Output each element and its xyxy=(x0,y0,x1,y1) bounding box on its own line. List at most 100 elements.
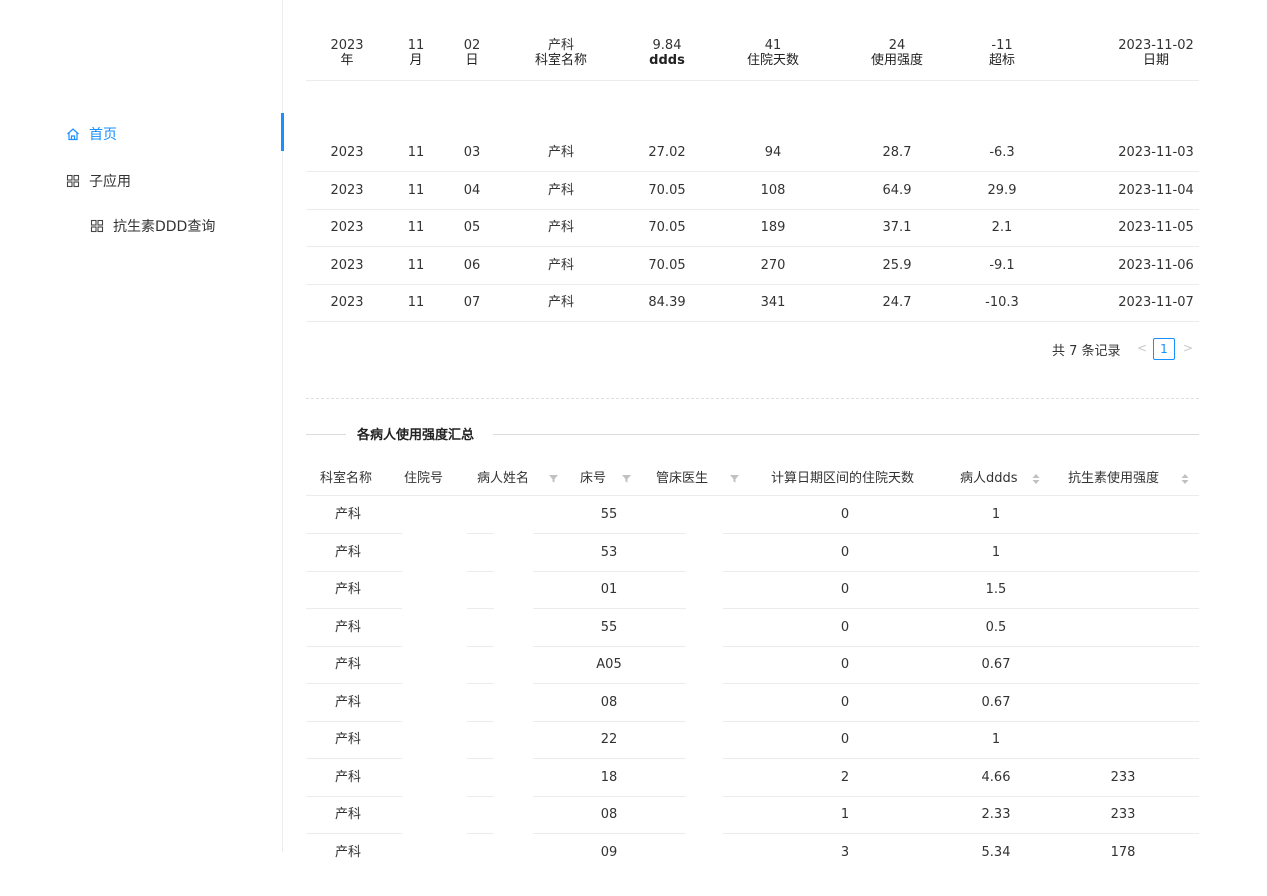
table-overlap-row: 2023年11月02日产科科室名称9.84ddds41住院天数24使用强度-11… xyxy=(306,44,1199,81)
cell-date: 2023-11-07 xyxy=(1096,284,1216,321)
cell-doctor xyxy=(633,684,753,721)
cell-patient-name xyxy=(445,684,565,721)
cell-intensity: 28.7 xyxy=(837,134,957,171)
nav-item-sub-apps[interactable]: 子应用 xyxy=(66,171,131,191)
table-row[interactable]: 产科0101.5 xyxy=(306,571,1199,608)
sort-icon[interactable] xyxy=(1181,474,1189,484)
cell-intensity: 37.1 xyxy=(837,209,957,246)
table-row[interactable]: 产科0812.33233 xyxy=(306,796,1199,833)
cell-patient-name xyxy=(445,796,565,833)
cell-dept: 产科 xyxy=(501,134,621,171)
table-row[interactable]: 产科5501 xyxy=(306,496,1199,533)
table-row[interactable]: 20231103产科27.029428.7-6.32023-11-03 xyxy=(306,134,1199,172)
cell-dept: 产科 xyxy=(501,209,621,246)
filter-icon[interactable] xyxy=(730,474,739,483)
home-icon xyxy=(66,127,80,141)
cell-antibiotic-intensity xyxy=(1063,646,1183,683)
cell-intensity: 24.7 xyxy=(837,284,957,321)
cell-patient-name xyxy=(445,834,565,871)
table-row[interactable]: 产科A0500.67 xyxy=(306,646,1199,683)
cell-patient-ddds: 2.33 xyxy=(936,796,1056,833)
cell-doctor xyxy=(633,759,753,796)
column-header-patient-name: 病人姓名 xyxy=(477,462,529,495)
column-header-bed-no: 床号 xyxy=(580,462,606,495)
cell-stay-days: 0 xyxy=(785,534,905,571)
column-header-inpatient-no: 住院号 xyxy=(404,462,443,495)
table-row[interactable]: 产科5500.5 xyxy=(306,609,1199,646)
nav-item-home[interactable]: 首页 xyxy=(66,124,117,144)
cell-stay-days: 0 xyxy=(785,609,905,646)
cell-date: 2023-11-06 xyxy=(1096,247,1216,284)
cell-doctor xyxy=(633,571,753,608)
table-row[interactable]: 产科5301 xyxy=(306,534,1199,571)
sidebar: 首页 子应用 抗生素DDD查询 xyxy=(0,0,284,852)
table-header: 科室名称 住院号 病人姓名 床号 管床医生 计算日期区间的住院天数 病人ddds… xyxy=(306,462,1199,496)
cell-ddds: 70.05 xyxy=(607,172,727,209)
section-divider xyxy=(306,398,1199,399)
table-row[interactable]: 20231105产科70.0518937.12.12023-11-05 xyxy=(306,209,1199,247)
column-header-doctor: 管床医生 xyxy=(656,462,708,495)
cell-stay-days: 189 xyxy=(713,209,833,246)
cell-patient-name xyxy=(445,534,565,571)
nav-item-home-label: 首页 xyxy=(89,124,117,144)
cell-patient-ddds: 1 xyxy=(936,534,1056,571)
cell-date: 2023-11-03 xyxy=(1096,134,1216,171)
cell-date: 2023-11-04 xyxy=(1096,172,1216,209)
title-line-left xyxy=(306,434,346,435)
cell-patient-ddds: 0.67 xyxy=(936,684,1056,721)
cell-dept: 产科 xyxy=(501,284,621,321)
cell-antibiotic-intensity: 233 xyxy=(1063,796,1183,833)
cell-antibiotic-intensity: 178 xyxy=(1063,834,1183,871)
cell-dept: 产科 xyxy=(501,247,621,284)
cell-stay-days: 1 xyxy=(785,796,905,833)
table-row[interactable]: 20231106产科70.0527025.9-9.12023-11-06 xyxy=(306,247,1199,285)
cell-doctor xyxy=(633,609,753,646)
table-row[interactable]: 产科0800.67 xyxy=(306,684,1199,721)
table-row[interactable]: 产科0935.34178 xyxy=(306,834,1199,871)
cell-ddds: 70.05 xyxy=(607,209,727,246)
column-header-stay-days: 住院天数 xyxy=(713,51,833,71)
cell-patient-ddds: 1 xyxy=(936,721,1056,758)
cell-dept: 产科 xyxy=(501,172,621,209)
cell-patient-name xyxy=(445,609,565,646)
cell-exceed: -10.3 xyxy=(942,284,1062,321)
cell-exceed: 29.9 xyxy=(942,172,1062,209)
table-row[interactable]: 产科1824.66233 xyxy=(306,759,1199,796)
table-row[interactable]: 产科2201 xyxy=(306,721,1199,758)
pagination-total: 共 7 条记录 xyxy=(1052,340,1121,359)
cell-ddds: 84.39 xyxy=(607,284,727,321)
cell-exceed: 2.1 xyxy=(942,209,1062,246)
filter-icon[interactable] xyxy=(549,474,558,483)
sort-icon[interactable] xyxy=(1032,474,1040,484)
column-header-exceed: 超标 xyxy=(942,51,1062,71)
cell-stay-days: 341 xyxy=(713,284,833,321)
pagination-next[interactable]: > xyxy=(1177,338,1199,360)
cell-intensity: 64.9 xyxy=(837,172,957,209)
table-row[interactable]: 20231104产科70.0510864.929.92023-11-04 xyxy=(306,172,1199,210)
cell-stay-days: 94 xyxy=(713,134,833,171)
cell-patient-name xyxy=(445,571,565,608)
cell-antibiotic-intensity xyxy=(1063,609,1183,646)
filter-icon[interactable] xyxy=(622,474,631,483)
nav-item-ddd-query[interactable]: 抗生素DDD查询 xyxy=(90,216,215,236)
pagination-page-1[interactable]: 1 xyxy=(1153,338,1175,360)
cell-antibiotic-intensity xyxy=(1063,534,1183,571)
cell-patient-name xyxy=(445,721,565,758)
column-header-antibiotic-intensity: 抗生素使用强度 xyxy=(1068,462,1159,495)
cell-stay-days: 0 xyxy=(785,571,905,608)
cell-patient-ddds: 1.5 xyxy=(936,571,1056,608)
column-header-dept: 科室名称 xyxy=(320,462,372,495)
cell-stay-days: 0 xyxy=(785,496,905,533)
cell-date: 2023-11-05 xyxy=(1096,209,1216,246)
table-row[interactable]: 20231107产科84.3934124.7-10.32023-11-07 xyxy=(306,284,1199,322)
nav-item-sub-apps-label: 子应用 xyxy=(89,171,131,191)
cell-stay-days: 0 xyxy=(785,721,905,758)
column-header-stay-days: 计算日期区间的住院天数 xyxy=(771,462,914,495)
cell-intensity: 25.9 xyxy=(837,247,957,284)
nav-item-ddd-query-label: 抗生素DDD查询 xyxy=(113,216,215,236)
pagination-prev[interactable]: < xyxy=(1131,338,1153,360)
cell-doctor xyxy=(633,834,753,871)
cell-antibiotic-intensity: 233 xyxy=(1063,759,1183,796)
cell-antibiotic-intensity xyxy=(1063,684,1183,721)
grid-icon xyxy=(90,219,104,233)
